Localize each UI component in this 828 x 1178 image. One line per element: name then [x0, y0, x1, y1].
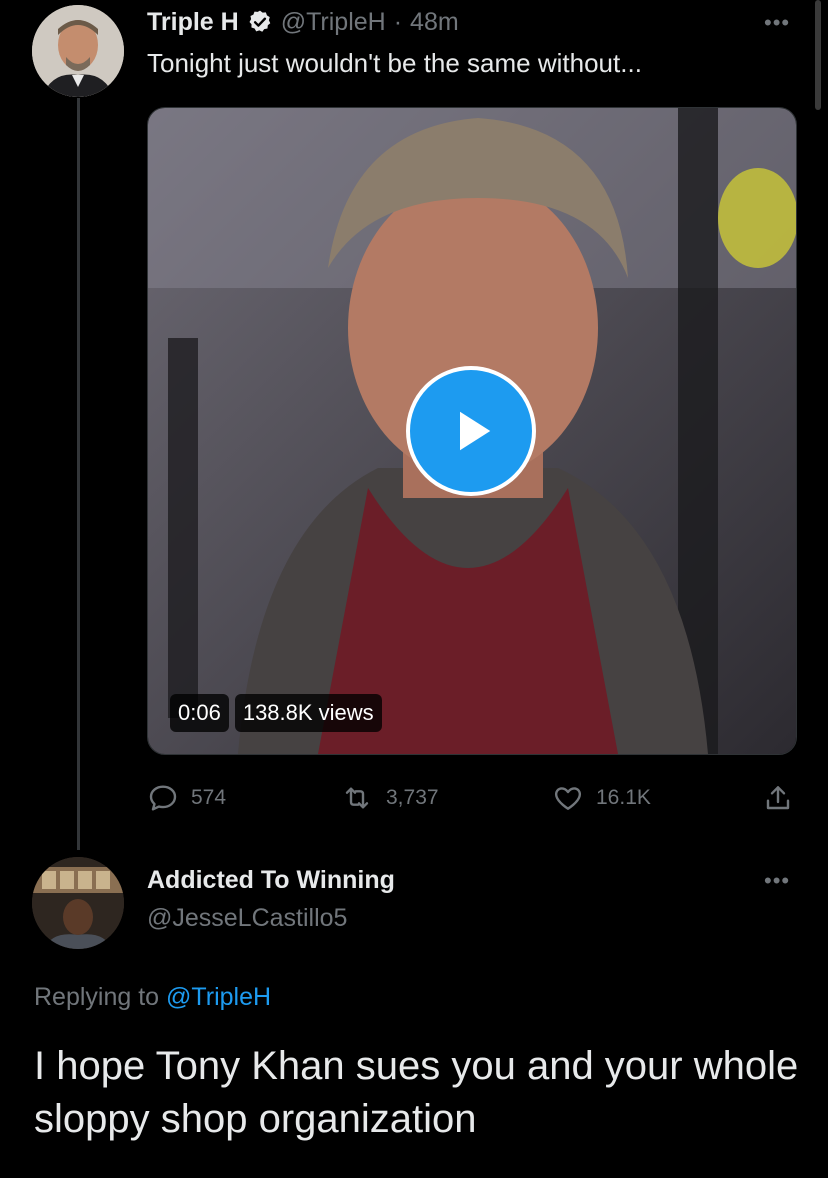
reply-icon [149, 785, 177, 811]
avatar-image [32, 857, 124, 949]
avatar[interactable] [32, 857, 124, 949]
tweet-header: Triple H @TripleH · 48m [147, 6, 459, 38]
verified-badge-icon [247, 9, 273, 35]
play-button[interactable] [406, 366, 536, 496]
video-views: 138.8K views [234, 694, 382, 732]
replying-prefix: Replying to [34, 983, 160, 1011]
retweet-action[interactable]: 3,737 [340, 780, 439, 816]
share-action[interactable] [762, 780, 794, 816]
thread-connector-line [77, 98, 80, 850]
separator-dot: · [393, 7, 403, 36]
reply-count: 574 [191, 786, 227, 809]
play-icon [460, 411, 491, 451]
replying-to-link[interactable]: @TripleH [166, 983, 271, 1011]
avatar[interactable] [32, 5, 124, 97]
author-name[interactable]: Addicted To Winning [147, 866, 395, 895]
tweet-text: Tonight just wouldn't be the same withou… [147, 48, 642, 78]
reply-action[interactable]: 574 [147, 780, 226, 816]
reply-text: I hope Tony Khan sues you and your whole… [34, 1044, 799, 1141]
retweet-count: 3,737 [386, 786, 439, 809]
more-options-icon[interactable]: ••• [764, 868, 790, 894]
heart-icon [554, 787, 582, 810]
timestamp[interactable]: 48m [410, 8, 459, 37]
more-options-icon[interactable]: ••• [764, 10, 790, 36]
author-name[interactable]: Triple H [147, 8, 239, 37]
share-icon [766, 786, 790, 810]
replying-to-line: Replying to @TripleH [34, 983, 271, 1012]
video-duration: 0:06 [170, 694, 229, 732]
tweet-actions: 574 3,737 16.1K [147, 780, 795, 816]
avatar-image [32, 5, 124, 97]
like-action[interactable]: 16.1K [552, 780, 651, 816]
author-handle[interactable]: @JesseLCastillo5 [147, 904, 347, 933]
retweet-icon [345, 787, 369, 809]
scrollbar[interactable] [815, 0, 821, 110]
video-overlay: 0:06 138.8K views [170, 694, 382, 732]
like-count: 16.1K [596, 786, 651, 809]
author-handle[interactable]: @TripleH [281, 8, 386, 37]
